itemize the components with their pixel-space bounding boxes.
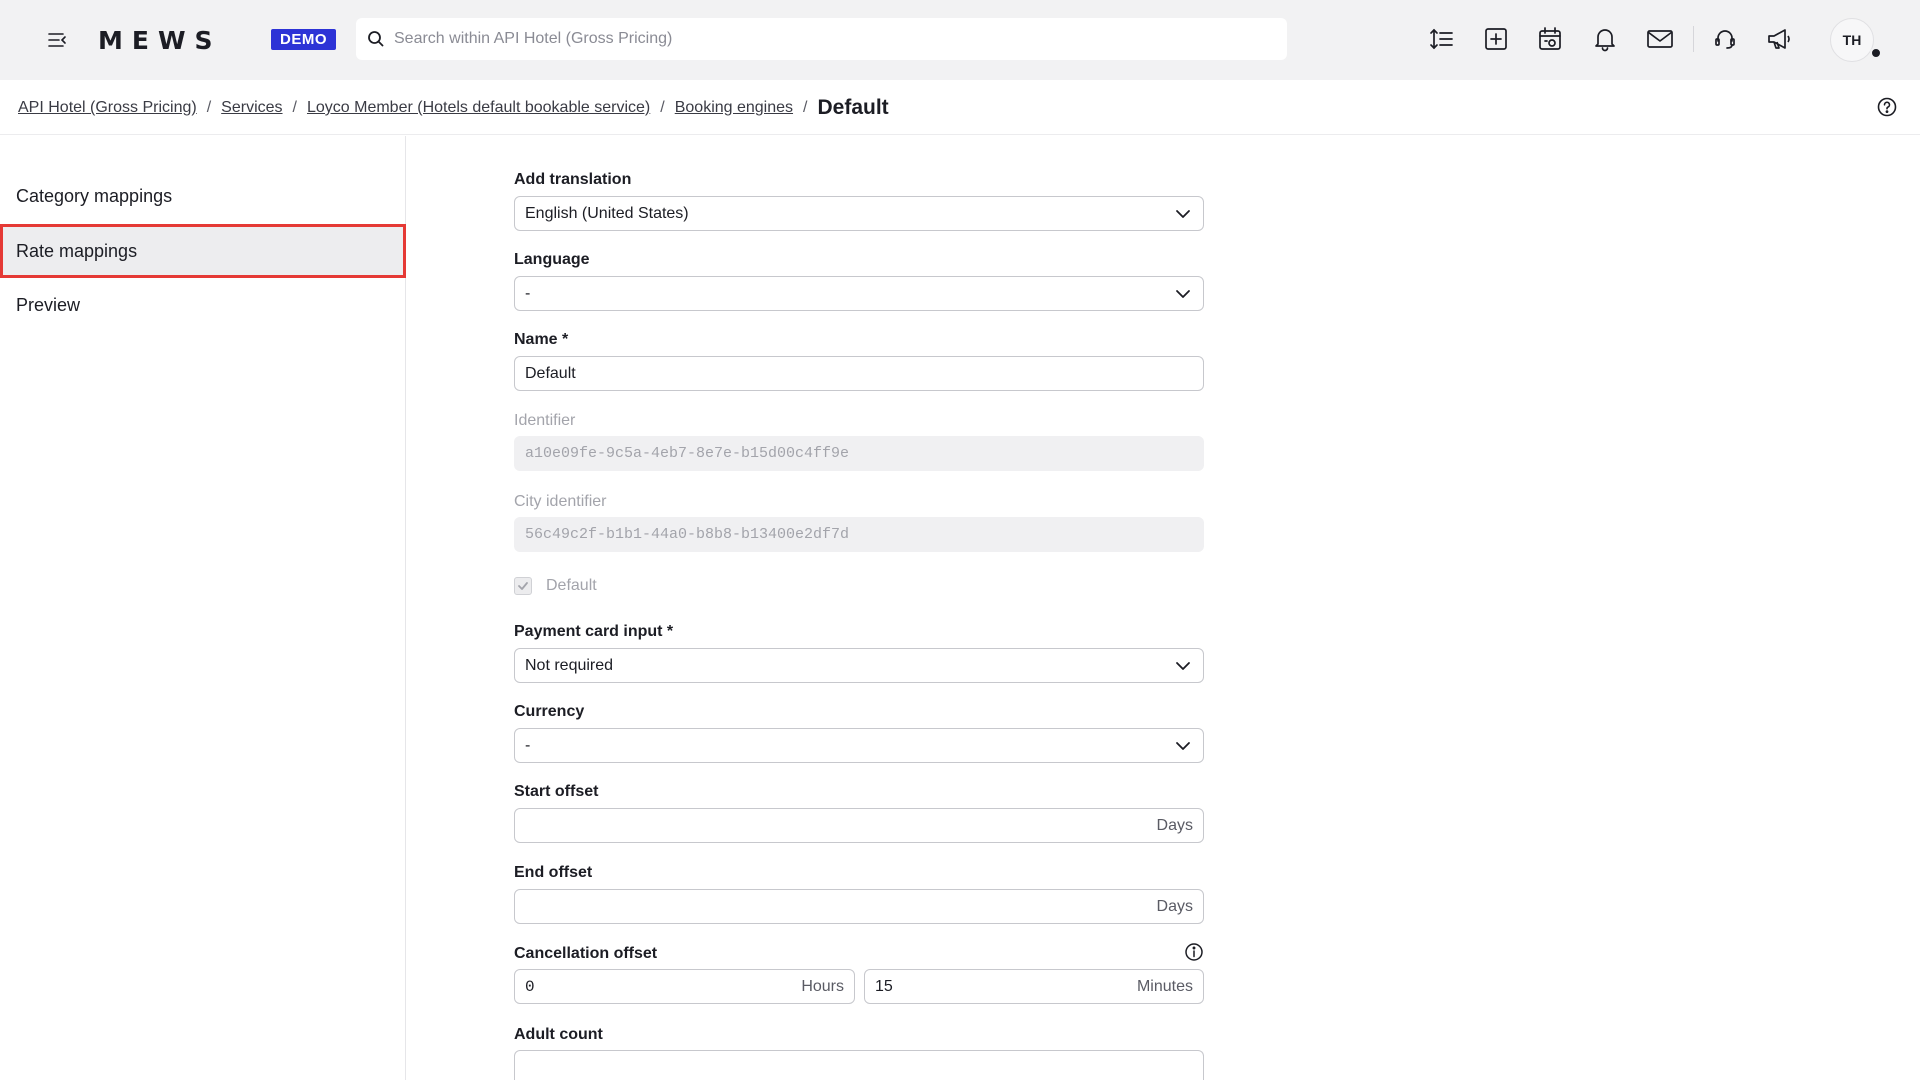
toolbar-divider	[1693, 26, 1694, 52]
payment-card-input-select[interactable]: Not required	[514, 648, 1204, 683]
sidebar-item-label: Preview	[16, 294, 81, 315]
default-checkbox-row: Default	[514, 577, 597, 595]
identifier-field: a10e09fe-9c5a-4eb7-8e7e-b15d00c4ff9e	[514, 436, 1204, 471]
start-offset-label: Start offset	[514, 783, 599, 800]
sidebar-item-label: Rate mappings	[16, 240, 138, 261]
name-value: Default	[525, 364, 576, 382]
chevron-down-icon	[1176, 209, 1190, 218]
breadcrumb-separator: /	[206, 99, 212, 116]
mews-logo[interactable]: MEWS	[98, 22, 222, 58]
support-headset-icon[interactable]	[1708, 22, 1742, 56]
city-identifier-value: 56c49c2f-b1b1-44a0-b8b8-b13400e2df7d	[525, 526, 850, 543]
currency-label: Currency	[514, 703, 585, 720]
sidebar: Category mappings Rate mappings Preview	[0, 136, 406, 1080]
add-translation-label: Add translation	[514, 171, 632, 188]
bell-icon[interactable]	[1588, 22, 1622, 56]
breadcrumb-separator: /	[660, 99, 665, 116]
megaphone-icon[interactable]	[1762, 22, 1796, 56]
check-icon	[518, 582, 528, 590]
page-title: Default	[817, 96, 889, 119]
payment-card-input-label: Payment card input *	[514, 623, 674, 640]
mail-icon[interactable]	[1643, 22, 1677, 56]
info-icon[interactable]	[1184, 942, 1204, 962]
payment-card-input-value: Not required	[525, 656, 614, 674]
default-checkbox-label: Default	[546, 577, 597, 594]
add-square-icon[interactable]	[1479, 22, 1513, 56]
language-value: -	[525, 284, 531, 302]
sidebar-item-preview[interactable]: Preview	[0, 278, 406, 332]
help-icon[interactable]	[1876, 96, 1898, 118]
status-dot	[1870, 47, 1882, 59]
breadcrumb-link-services[interactable]: Services	[221, 99, 282, 117]
adult-count-label: Adult count	[514, 1026, 603, 1043]
search-bar[interactable]	[356, 18, 1287, 60]
cancellation-hours-unit: Hours	[801, 977, 844, 995]
demo-badge: DEMO	[271, 29, 336, 50]
cancellation-hours-value: 0	[525, 977, 535, 996]
start-offset-unit: Days	[1156, 816, 1193, 834]
add-translation-select[interactable]: English (United States)	[514, 196, 1204, 231]
breadcrumb-separator: /	[803, 99, 808, 116]
sidebar-item-rate-mappings[interactable]: Rate mappings	[0, 224, 406, 278]
currency-select[interactable]: -	[514, 728, 1204, 763]
city-identifier-label: City identifier	[514, 493, 607, 510]
cancellation-minutes-unit: Minutes	[1136, 977, 1193, 995]
name-input[interactable]: Default	[514, 356, 1204, 391]
sidebar-item-category-mappings[interactable]: Category mappings	[0, 169, 406, 223]
cancellation-minutes-value: 15	[875, 977, 893, 995]
sort-lines-icon[interactable]	[1425, 22, 1459, 56]
end-offset-unit: Days	[1156, 897, 1193, 915]
cancellation-hours-input[interactable]: 0 Hours	[514, 969, 855, 1004]
chevron-down-icon	[1176, 289, 1190, 298]
default-checkbox	[514, 577, 532, 595]
language-select[interactable]: -	[514, 276, 1204, 311]
chevron-down-icon	[1176, 741, 1190, 750]
language-label: Language	[514, 251, 590, 268]
search-input[interactable]	[394, 18, 1274, 60]
breadcrumb-separator: /	[292, 99, 297, 116]
calendar-view-icon[interactable]	[1533, 22, 1567, 56]
breadcrumb-link-hotel[interactable]: API Hotel (Gross Pricing)	[18, 99, 197, 117]
end-offset-input[interactable]: Days	[514, 889, 1204, 924]
name-label: Name *	[514, 331, 569, 348]
breadcrumb-link-service[interactable]: Loyco Member (Hotels default bookable se…	[307, 99, 650, 117]
sidebar-item-label: Category mappings	[16, 185, 173, 206]
city-identifier-field: 56c49c2f-b1b1-44a0-b8b8-b13400e2df7d	[514, 517, 1204, 552]
user-avatar[interactable]: TH	[1830, 18, 1874, 62]
breadcrumb-link-booking-engines[interactable]: Booking engines	[675, 99, 793, 117]
chevron-down-icon	[1176, 661, 1190, 670]
breadcrumb-bar: API Hotel (Gross Pricing) / Services / L…	[0, 80, 1920, 135]
currency-value: -	[525, 736, 531, 754]
cancellation-offset-label: Cancellation offset	[514, 945, 658, 962]
breadcrumb: API Hotel (Gross Pricing) / Services / L…	[18, 96, 889, 120]
add-translation-value: English (United States)	[525, 204, 689, 222]
adult-count-input[interactable]	[514, 1050, 1204, 1080]
identifier-label: Identifier	[514, 412, 576, 429]
start-offset-input[interactable]: Days	[514, 808, 1204, 843]
identifier-value: a10e09fe-9c5a-4eb7-8e7e-b15d00c4ff9e	[525, 445, 850, 462]
end-offset-label: End offset	[514, 864, 593, 881]
menu-toggle-icon[interactable]	[44, 26, 72, 54]
search-icon	[368, 31, 384, 47]
cancellation-minutes-input[interactable]: 15 Minutes	[864, 969, 1204, 1004]
top-bar: MEWS DEMO Search within API Hotel (Gross…	[0, 0, 1920, 80]
